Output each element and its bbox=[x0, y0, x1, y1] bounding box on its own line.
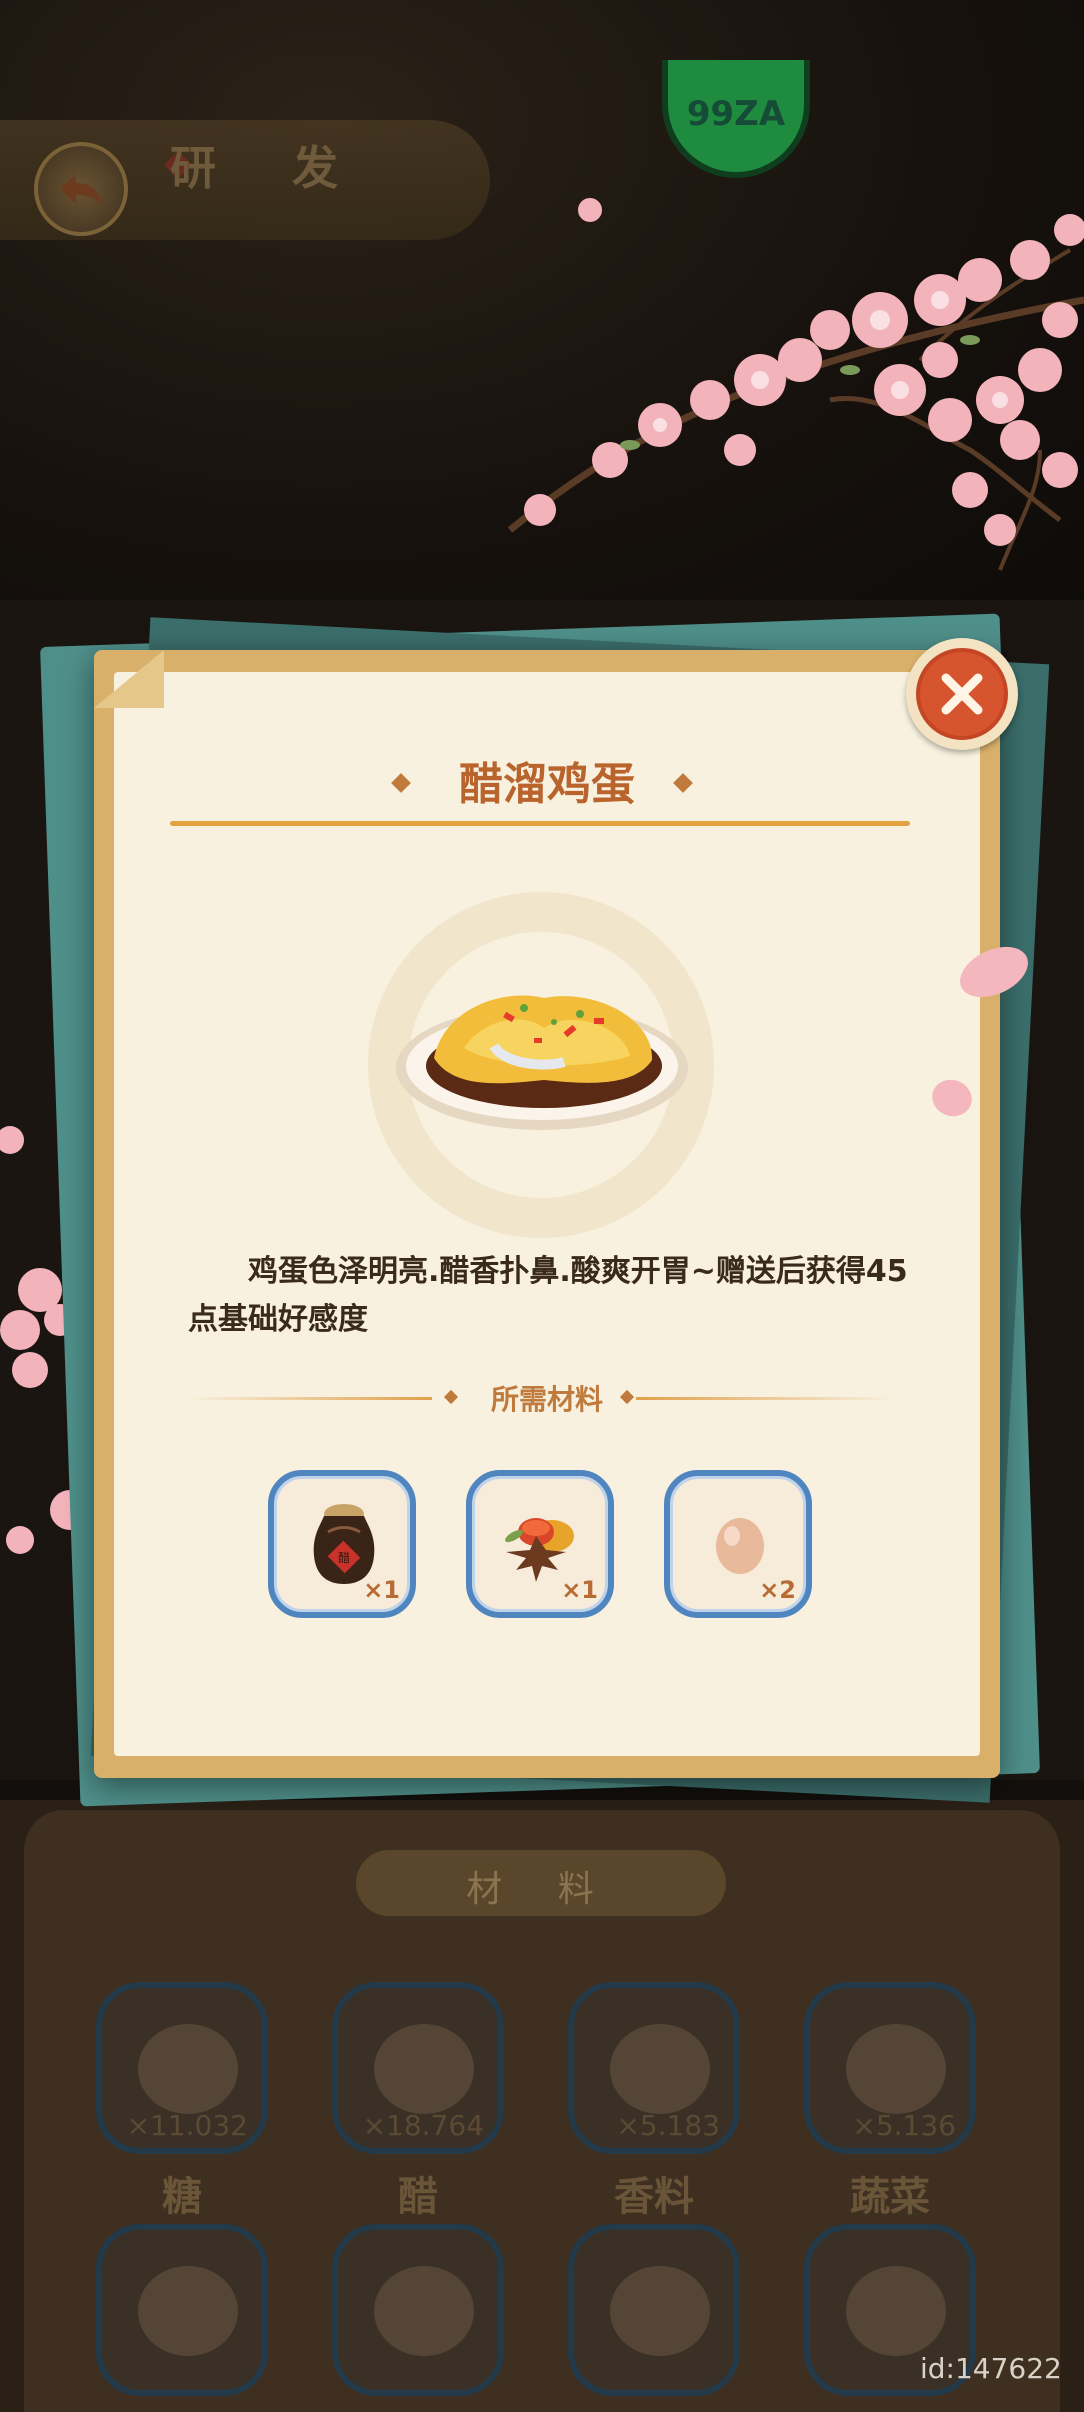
materials-header-text: 材 料 bbox=[466, 1869, 616, 1910]
ingredient-count: ×1 bbox=[363, 1576, 400, 1604]
title-divider bbox=[170, 821, 910, 826]
cherry-blossom-branch bbox=[507, 198, 1084, 571]
dish-image bbox=[396, 995, 688, 1130]
material-slot-spices[interactable]: ×5.183 bbox=[568, 1982, 740, 2154]
svg-text:醋: 醋 bbox=[338, 1550, 350, 1565]
material-name: 醋 bbox=[398, 2173, 438, 2220]
vegetables-icon bbox=[846, 2024, 946, 2114]
material-slot[interactable] bbox=[332, 2224, 504, 2396]
material-slot-vegetables[interactable]: ×5.136 bbox=[804, 1982, 976, 2154]
material-count: ×5.183 bbox=[616, 2109, 720, 2142]
spices-icon bbox=[610, 2024, 710, 2114]
user-id: id:147622 bbox=[920, 2352, 1062, 2385]
material-name: 糖 bbox=[162, 2173, 202, 2220]
ingredient-count: ×2 bbox=[759, 1576, 796, 1604]
material-slot[interactable] bbox=[568, 2224, 740, 2396]
material-count: ×18.764 bbox=[362, 2109, 484, 2142]
vinegar-jar-icon: 醋 bbox=[313, 1504, 375, 1584]
ingredient-vinegar[interactable]: 醋 ×1 bbox=[268, 1470, 416, 1618]
recipe-description: 鸡蛋色泽明亮.醋香扑鼻.酸爽开胃~赠送后获得45点基础好感度 bbox=[188, 1254, 908, 1337]
sugar-icon bbox=[138, 2024, 238, 2114]
close-icon bbox=[941, 673, 983, 715]
egg-icon bbox=[374, 2266, 474, 2356]
meat-icon bbox=[846, 2266, 946, 2356]
recipe-title: 醋溜鸡蛋 bbox=[459, 759, 635, 810]
ingredient-spices[interactable]: ×1 bbox=[466, 1470, 614, 1618]
ingredient-egg[interactable]: ×2 bbox=[664, 1470, 812, 1618]
materials-header: 材 料 bbox=[356, 1850, 726, 1916]
material-count: ×5.136 bbox=[852, 2109, 956, 2142]
currency-badge-text: 99ZA bbox=[686, 94, 786, 134]
material-name: 蔬菜 bbox=[850, 2173, 930, 2220]
tofu-icon bbox=[138, 2266, 238, 2356]
material-slot-vinegar[interactable]: ×18.764 bbox=[332, 1982, 504, 2154]
page-title: 研 发 bbox=[170, 141, 369, 195]
egg-icon bbox=[716, 1518, 764, 1574]
required-materials-title: 所需材料 bbox=[490, 1383, 603, 1416]
material-slot-sugar[interactable]: ×11.032 bbox=[96, 1982, 268, 2154]
fish-icon bbox=[610, 2266, 710, 2356]
spices-icon bbox=[505, 1518, 574, 1582]
close-button[interactable] bbox=[906, 638, 1018, 750]
back-arrow-icon bbox=[60, 174, 102, 206]
back-button[interactable] bbox=[34, 142, 128, 236]
material-count: ×11.032 bbox=[126, 2109, 248, 2142]
material-slot[interactable] bbox=[96, 2224, 268, 2396]
vinegar-jar-icon bbox=[374, 2024, 474, 2114]
ingredient-count: ×1 bbox=[561, 1576, 598, 1604]
material-name: 香料 bbox=[614, 2173, 694, 2220]
